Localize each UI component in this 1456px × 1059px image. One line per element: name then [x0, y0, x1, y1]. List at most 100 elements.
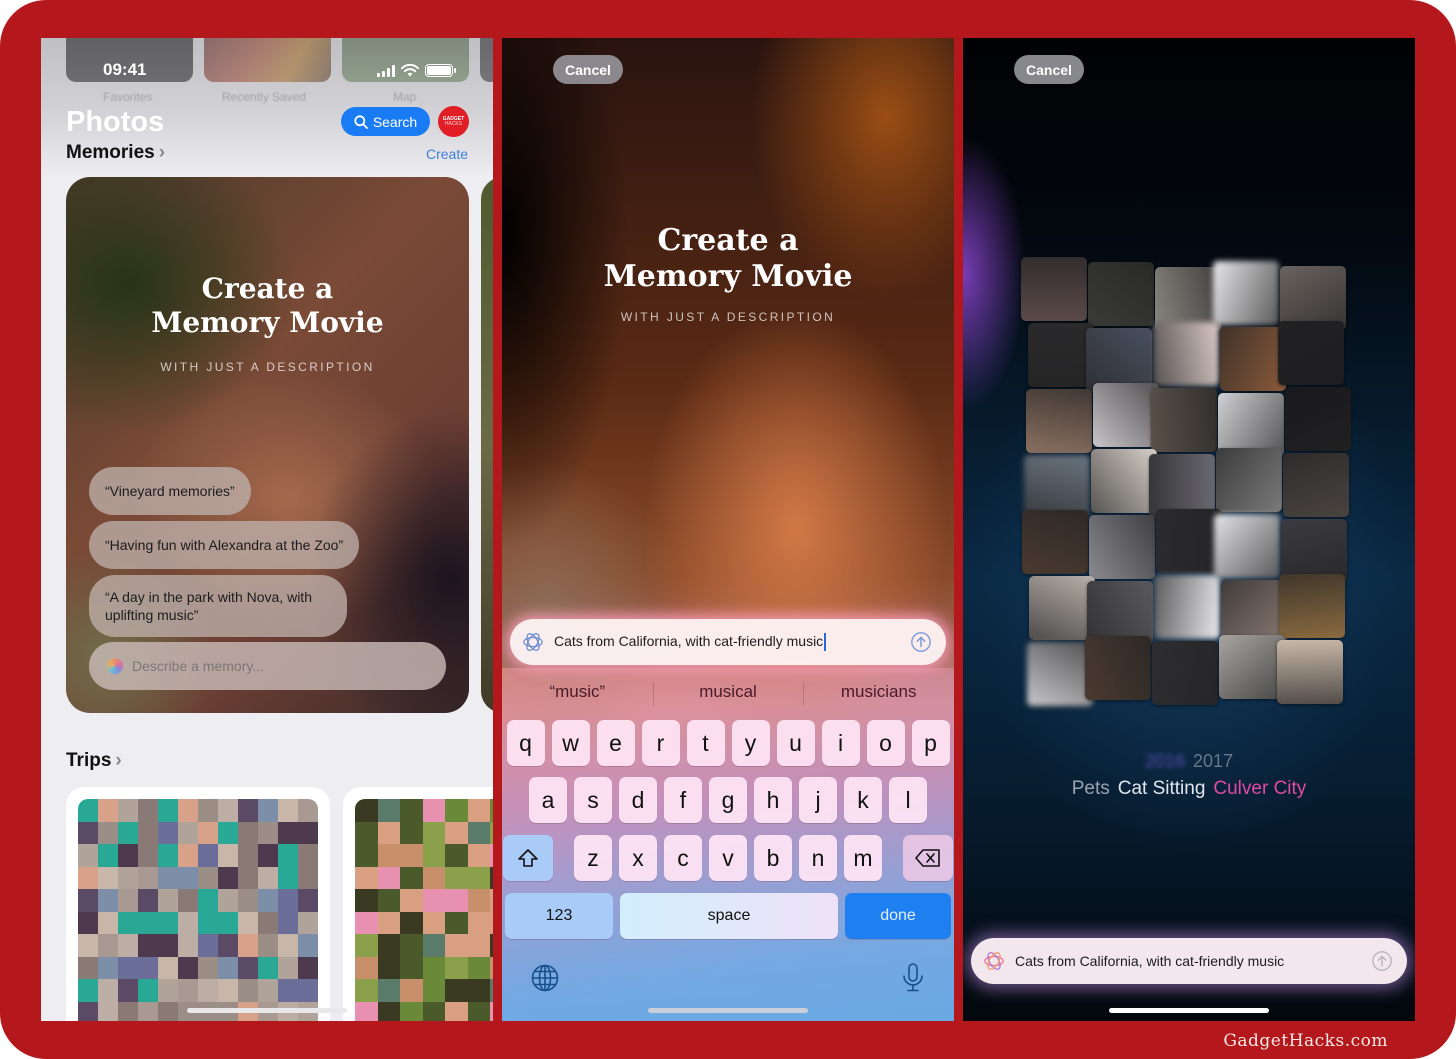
letter-key[interactable]: e	[596, 720, 635, 766]
pixel-block	[422, 979, 446, 1002]
letter-key[interactable]: n	[799, 835, 837, 881]
pixel-block	[138, 911, 158, 935]
account-avatar[interactable]: GADGET HACKS	[438, 106, 469, 137]
letter-key[interactable]: j	[799, 777, 837, 823]
cancel-button[interactable]: Cancel	[1014, 55, 1084, 84]
done-key[interactable]: done	[845, 893, 951, 939]
suggestion-chip[interactable]: “Vineyard memories”	[89, 467, 251, 515]
send-arrow-icon[interactable]	[1371, 950, 1393, 972]
memories-section-header[interactable]: Memories ›	[66, 142, 165, 164]
pixel-block	[138, 934, 158, 957]
pixel-block	[467, 821, 491, 845]
letter-key[interactable]: u	[776, 720, 815, 766]
suggestion-chip[interactable]: “Having fun with Alexandra at the Zoo”	[89, 521, 360, 569]
memory-tags: Pets Cat Sitting Culver City	[963, 778, 1415, 800]
pixel-block	[178, 934, 198, 957]
prediction-item[interactable]: musical	[652, 682, 804, 706]
letter-key[interactable]: t	[686, 720, 725, 766]
trips-heading: Trips	[66, 750, 112, 771]
keyboard-accessory-row	[502, 963, 954, 993]
pixel-block	[490, 866, 493, 890]
pixel-block	[238, 799, 258, 822]
microphone-icon[interactable]	[902, 963, 924, 993]
cat-photo-tile	[1277, 640, 1343, 704]
pixel-block	[278, 799, 298, 822]
memory-description-input[interactable]: Cats from California, with cat-friendly …	[971, 938, 1407, 984]
pixel-block	[298, 799, 318, 822]
pixel-block	[218, 956, 238, 980]
pixel-block	[218, 911, 238, 935]
letter-key[interactable]: r	[641, 720, 680, 766]
letter-key[interactable]: o	[866, 720, 905, 766]
pixel-block	[422, 799, 446, 822]
letter-key[interactable]: i	[821, 720, 860, 766]
prediction-item[interactable]: musicians	[803, 682, 954, 706]
pixel-block	[377, 979, 401, 1002]
next-memory-card[interactable]	[481, 177, 493, 713]
pixel-block	[98, 979, 118, 1002]
pixel-block	[400, 1001, 423, 1021]
shift-arrow-icon	[518, 849, 538, 867]
tag-label: Cat Sitting	[1117, 778, 1206, 799]
cancel-button[interactable]: Cancel	[553, 55, 623, 84]
send-arrow-icon[interactable]	[910, 631, 932, 653]
pixel-block	[118, 799, 138, 822]
pixel-block	[158, 821, 178, 845]
letter-key[interactable]: d	[619, 777, 657, 823]
pixel-block	[298, 934, 318, 957]
home-indicator[interactable]	[187, 1008, 347, 1013]
pixel-block	[178, 821, 198, 845]
delete-key[interactable]	[903, 835, 953, 881]
pixel-block	[422, 821, 446, 845]
letter-key[interactable]: x	[619, 835, 657, 881]
letter-key[interactable]: l	[889, 777, 927, 823]
describe-memory-input[interactable]: Describe a memory...	[89, 642, 446, 690]
letter-key[interactable]: z	[574, 835, 612, 881]
year-label: 2017	[1193, 751, 1234, 771]
pixel-block	[218, 821, 238, 845]
trip-card[interactable]	[343, 787, 493, 1021]
letter-key[interactable]: v	[709, 835, 747, 881]
globe-icon[interactable]	[531, 964, 559, 992]
home-indicator[interactable]	[1109, 1008, 1269, 1013]
letter-key[interactable]: s	[574, 777, 612, 823]
shift-key[interactable]	[503, 835, 553, 881]
suggestion-chip[interactable]: “A day in the park with Nova, with uplif…	[89, 575, 347, 637]
pixel-block	[118, 889, 138, 912]
letter-key[interactable]: k	[844, 777, 882, 823]
trips-section-header[interactable]: Trips ›	[66, 750, 122, 772]
keyboard-row: 123 space done	[502, 893, 954, 939]
letter-key[interactable]: m	[844, 835, 882, 881]
letter-key[interactable]: f	[664, 777, 702, 823]
trip-thumbnail	[355, 799, 493, 1021]
pixel-block	[467, 956, 491, 980]
letter-key[interactable]: p	[911, 720, 950, 766]
pixel-block	[490, 844, 493, 867]
status-bar: 09:41	[41, 60, 493, 82]
letter-key[interactable]: c	[664, 835, 702, 881]
cat-photo-tile	[1214, 514, 1280, 578]
letter-key[interactable]: w	[551, 720, 590, 766]
pixel-block	[198, 979, 218, 1002]
memory-description-input[interactable]: Cats from California, with cat-friendly …	[510, 619, 946, 665]
letter-key[interactable]: b	[754, 835, 792, 881]
prediction-item[interactable]: “music”	[502, 682, 653, 702]
trip-thumbnail	[78, 799, 318, 1021]
letter-key[interactable]: g	[709, 777, 747, 823]
create-memory-link[interactable]: Create	[426, 146, 468, 162]
cellular-signal-icon	[377, 65, 395, 77]
trip-card[interactable]	[66, 787, 330, 1021]
numbers-key[interactable]: 123	[505, 893, 613, 939]
home-indicator[interactable]	[648, 1008, 808, 1013]
pixel-block	[355, 1001, 378, 1021]
pixel-block	[158, 1001, 178, 1021]
pixel-block	[78, 934, 98, 957]
pixel-block	[377, 866, 401, 890]
letter-key[interactable]: y	[731, 720, 770, 766]
space-key[interactable]: space	[620, 893, 838, 939]
letter-key[interactable]: h	[754, 777, 792, 823]
pixel-block	[467, 844, 491, 867]
letter-key[interactable]: a	[529, 777, 567, 823]
letter-key[interactable]: q	[506, 720, 545, 766]
search-button[interactable]: Search	[341, 107, 430, 136]
